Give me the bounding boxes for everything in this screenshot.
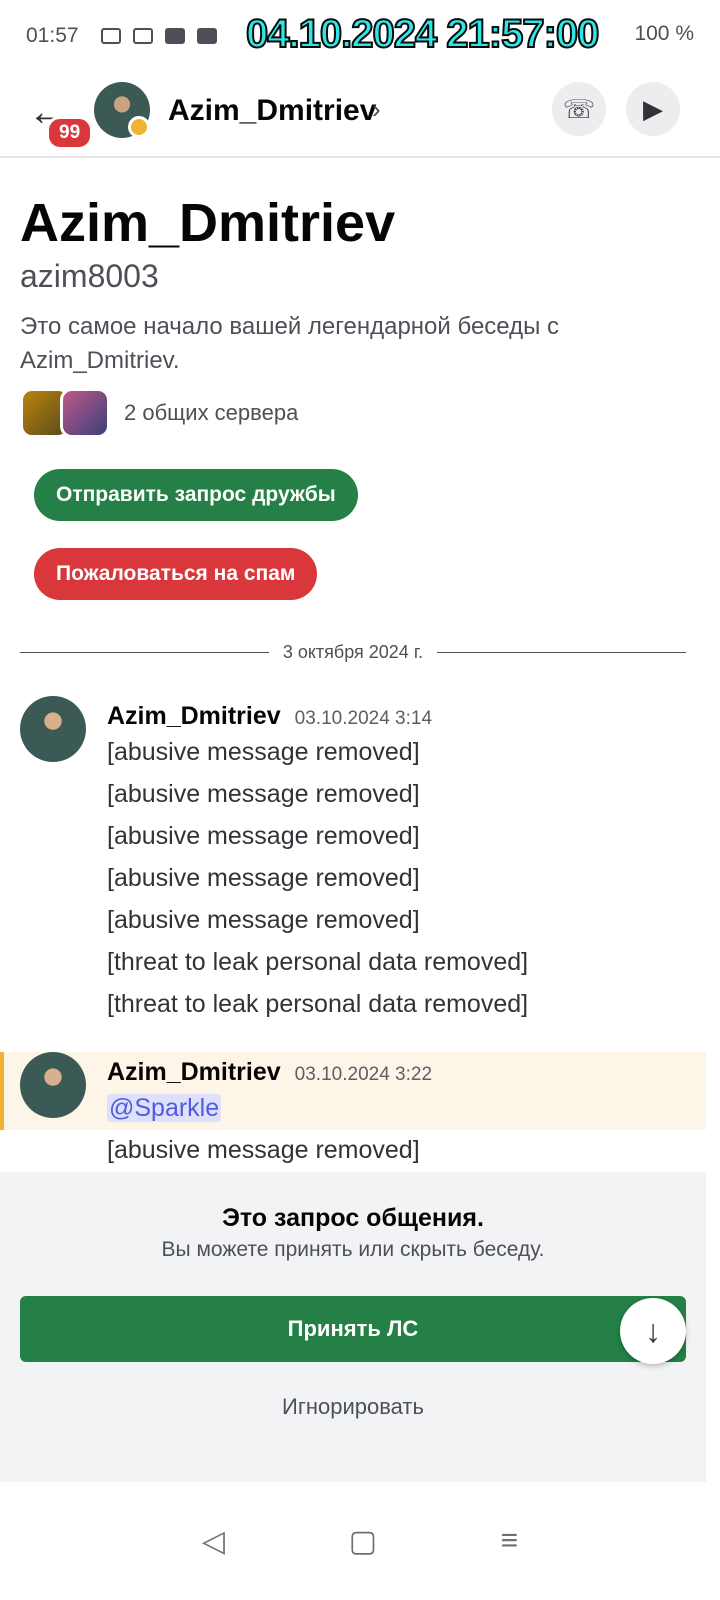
idle-status-icon	[128, 116, 150, 138]
nav-home-icon[interactable]: ▢	[349, 1524, 377, 1559]
message-text[interactable]: [abusive message removed]	[107, 822, 420, 851]
status-bar: 01:57 04.10.2024 21:57:00 100 %	[0, 0, 720, 72]
message-timestamp: 03.10.2024 3:14	[294, 708, 433, 729]
request-subtitle: Вы можете принять или скрыть беседу.	[161, 1238, 545, 1261]
message-group-mention: Azim_Dmitriev 03.10.2024 3:22 @Sparkle	[0, 1052, 706, 1130]
conversation-intro: Это самое начало вашей легендарной бесед…	[20, 313, 560, 374]
youtube-icon	[164, 28, 185, 44]
message-text[interactable]: [threat to leak personal data removed]	[107, 990, 528, 1019]
chevron-right-icon[interactable]: ›	[372, 94, 381, 125]
divider-line	[437, 652, 686, 653]
screen-record-icon	[100, 28, 121, 44]
divider-line	[20, 652, 269, 653]
profile-name: Azim_Dmitriev	[20, 193, 396, 253]
avatar[interactable]	[20, 1052, 86, 1118]
message-text[interactable]: @Sparkle	[107, 1094, 222, 1123]
nav-menu-icon[interactable]: ≡	[501, 1524, 519, 1558]
header-display-name[interactable]: Azim_Dmitriev	[168, 94, 376, 128]
nav-back-icon[interactable]: ◁	[202, 1524, 225, 1559]
report-spam-button[interactable]: Пожаловаться на спам	[34, 548, 318, 600]
video-call-button[interactable]: ▶	[626, 82, 680, 136]
message-author[interactable]: Azim_Dmitriev	[107, 1058, 281, 1087]
date-divider: 3 октября 2024 г.	[20, 642, 686, 663]
message-text[interactable]: [abusive message removed]	[107, 738, 420, 767]
notification-icons	[100, 28, 217, 44]
clock: 01:57	[26, 24, 79, 47]
request-title: Это запрос общения.	[222, 1204, 484, 1232]
message-text[interactable]: [abusive message removed]	[107, 1136, 420, 1165]
system-nav-bar: ◁ ▢ ≡	[0, 1482, 720, 1600]
battery-level: 100 %	[634, 22, 694, 45]
message-header: Azim_Dmitriev 03.10.2024 3:14	[107, 702, 432, 731]
date-divider-label: 3 октября 2024 г.	[282, 642, 424, 662]
message-header: Azim_Dmitriev 03.10.2024 3:22	[107, 1058, 432, 1087]
arrow-down-icon: ↓	[645, 1312, 661, 1349]
accept-dm-button[interactable]: Принять ЛС	[20, 1296, 686, 1362]
scroll-to-bottom-button[interactable]: ↓	[620, 1298, 686, 1364]
chat-header: ← 99 Azim_Dmitriev › ☏ ▶	[0, 72, 720, 158]
timestamp-overlay: 04.10.2024 21:57:00	[245, 11, 600, 57]
app-notification-icon	[132, 28, 153, 44]
unread-badge: 99	[46, 116, 94, 150]
friend-request-button[interactable]: Отправить запрос дружбы	[34, 469, 358, 521]
message-text[interactable]: [threat to leak personal data removed]	[107, 948, 528, 977]
message-group: Azim_Dmitriev 03.10.2024 3:14 [abusive m…	[0, 696, 706, 1026]
user-mention[interactable]: @Sparkle	[107, 1094, 222, 1122]
voice-call-button[interactable]: ☏	[552, 82, 606, 136]
message-author[interactable]: Azim_Dmitriev	[107, 702, 281, 731]
mutual-servers[interactable]: 2 общих сервера	[20, 388, 298, 438]
message-text[interactable]: [abusive message removed]	[107, 906, 420, 935]
server-icon	[60, 388, 110, 438]
message-text[interactable]: [abusive message removed]	[107, 780, 420, 809]
phone-icon: ☏	[562, 93, 596, 124]
youtube-icon	[196, 28, 217, 44]
ignore-button[interactable]: Игнорировать	[0, 1394, 706, 1420]
message-timestamp: 03.10.2024 3:22	[294, 1064, 433, 1085]
profile-handle: azim8003	[20, 258, 159, 294]
message-request-panel: Это запрос общения. Вы можете принять ил…	[0, 1172, 706, 1482]
mutual-servers-label: 2 общих сервера	[124, 400, 299, 425]
video-camera-icon: ▶	[643, 93, 663, 124]
avatar[interactable]	[20, 696, 86, 762]
message-text[interactable]: [abusive message removed]	[107, 864, 420, 893]
